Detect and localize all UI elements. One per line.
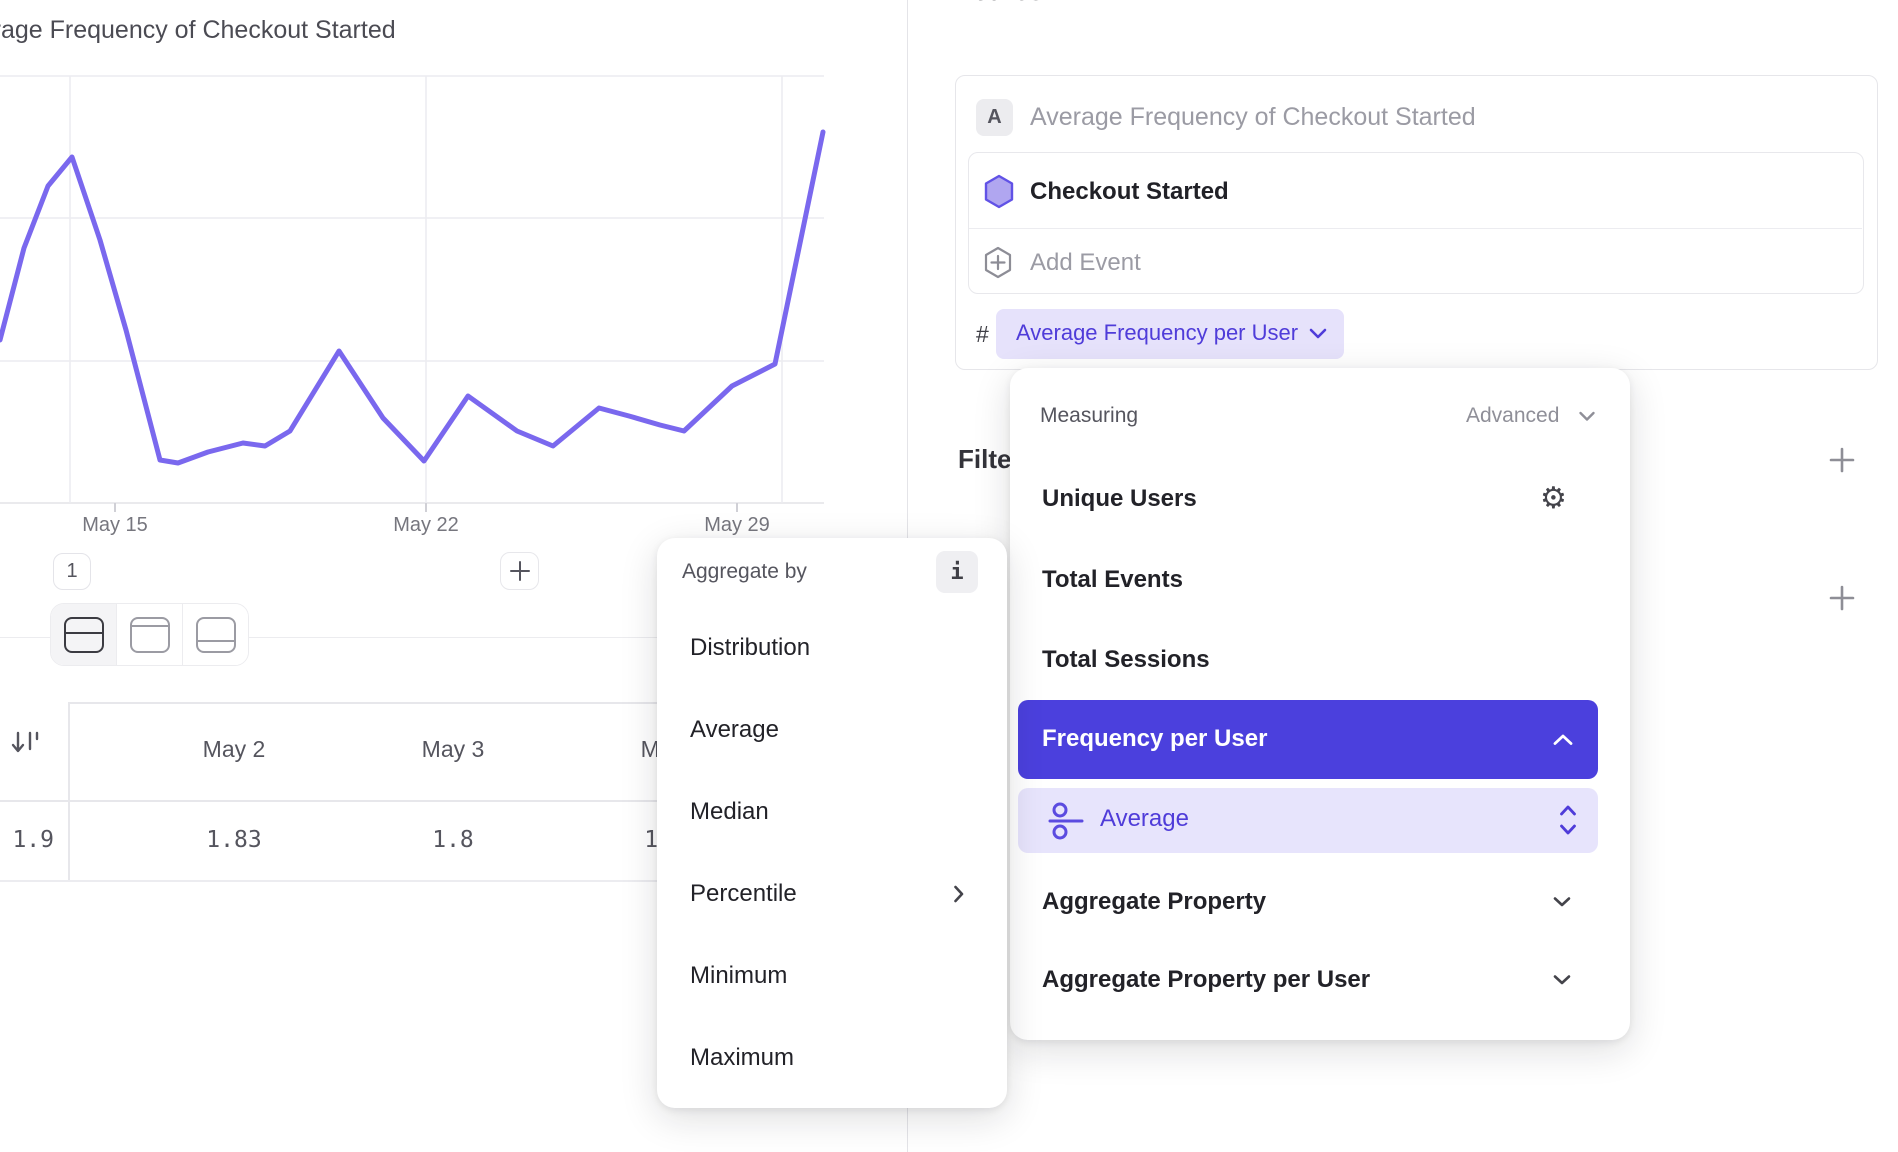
chart-line-series[interactable] (0, 132, 823, 463)
menu-item-average[interactable]: Average (690, 716, 779, 744)
menu-item-total-events[interactable]: Total Events (1042, 566, 1183, 594)
measuring-popup-title: Measuring (1040, 404, 1138, 428)
add-filter-button[interactable] (1828, 446, 1856, 474)
chevron-down-icon (1308, 326, 1328, 340)
divide-icon (1048, 801, 1084, 841)
table-summary-value: 1.9 (0, 827, 54, 853)
add-event-button[interactable]: Add Event (1030, 249, 1141, 277)
x-tick-may29: May 29 (704, 514, 770, 537)
numeric-hash-icon: # (976, 321, 989, 348)
table-column-border (68, 702, 70, 880)
event-hexagon-icon (984, 174, 1014, 209)
table-header-may3[interactable]: May 3 (422, 736, 485, 763)
menu-item-aggregate-property-per-user[interactable]: Aggregate Property per User (1042, 966, 1370, 994)
x-tick-may22: May 22 (393, 514, 459, 537)
menu-item-percentile[interactable]: Percentile (690, 880, 797, 908)
layout-table-view-button[interactable] (183, 604, 248, 665)
line-chart (0, 0, 907, 560)
metric-letter-badge: A (976, 99, 1013, 136)
chevron-down-icon (1552, 973, 1572, 986)
sort-descending-icon (10, 728, 40, 758)
plus-icon (1828, 446, 1856, 474)
event-name[interactable]: Checkout Started (1030, 178, 1229, 206)
menu-item-total-sessions[interactable]: Total Sessions (1042, 646, 1210, 674)
chevron-right-icon (952, 884, 965, 904)
table-value-may2: 1.83 (206, 827, 261, 853)
chart-view-icon (130, 617, 170, 653)
plus-icon (509, 560, 531, 582)
menu-item-median[interactable]: Median (690, 798, 769, 826)
table-view-icon (196, 617, 236, 653)
menu-item-aggregate-property[interactable]: Aggregate Property (1042, 888, 1266, 916)
menu-item-minimum[interactable]: Minimum (690, 962, 787, 990)
menu-item-unique-users[interactable]: Unique Users (1042, 485, 1197, 513)
chevron-up-icon (1552, 733, 1574, 747)
add-breakdown-button[interactable] (1828, 584, 1856, 612)
sort-rows-button[interactable] (10, 728, 40, 758)
frequency-per-user-label: Frequency per User (1042, 725, 1267, 753)
menu-item-maximum[interactable]: Maximum (690, 1044, 794, 1072)
gear-icon[interactable]: ⚙ (1540, 482, 1567, 516)
series-number-badge[interactable]: 1 (53, 553, 91, 590)
table-value-may3: 1.8 (432, 827, 474, 853)
chevron-down-icon (1552, 895, 1572, 908)
advanced-toggle[interactable]: Advanced (1466, 404, 1559, 428)
add-event-icon (984, 246, 1012, 279)
metrics-section-title: Metrics (952, 0, 1043, 7)
metric-name-input[interactable]: Average Frequency of Checkout Started (1030, 103, 1476, 132)
table-header-may2[interactable]: May 2 (203, 736, 266, 763)
layout-chart-view-button[interactable] (117, 604, 183, 665)
info-icon[interactable]: i (936, 551, 978, 593)
plus-icon (1828, 584, 1856, 612)
chevron-down-icon (1578, 410, 1596, 422)
event-row-divider (969, 228, 1862, 229)
sorter-chevrons-icon[interactable] (1558, 803, 1578, 837)
aggregate-by-title: Aggregate by (682, 560, 807, 584)
layout-toggle-group (50, 603, 249, 666)
x-tick-may15: May 15 (82, 514, 148, 537)
add-series-button[interactable] (500, 552, 539, 590)
split-view-icon (64, 617, 104, 653)
average-aggregation-label: Average (1100, 805, 1189, 833)
layout-split-view-button[interactable] (51, 604, 117, 665)
menu-item-distribution[interactable]: Distribution (690, 634, 810, 662)
measurement-dropdown-label: Average Frequency per User (1016, 320, 1298, 346)
